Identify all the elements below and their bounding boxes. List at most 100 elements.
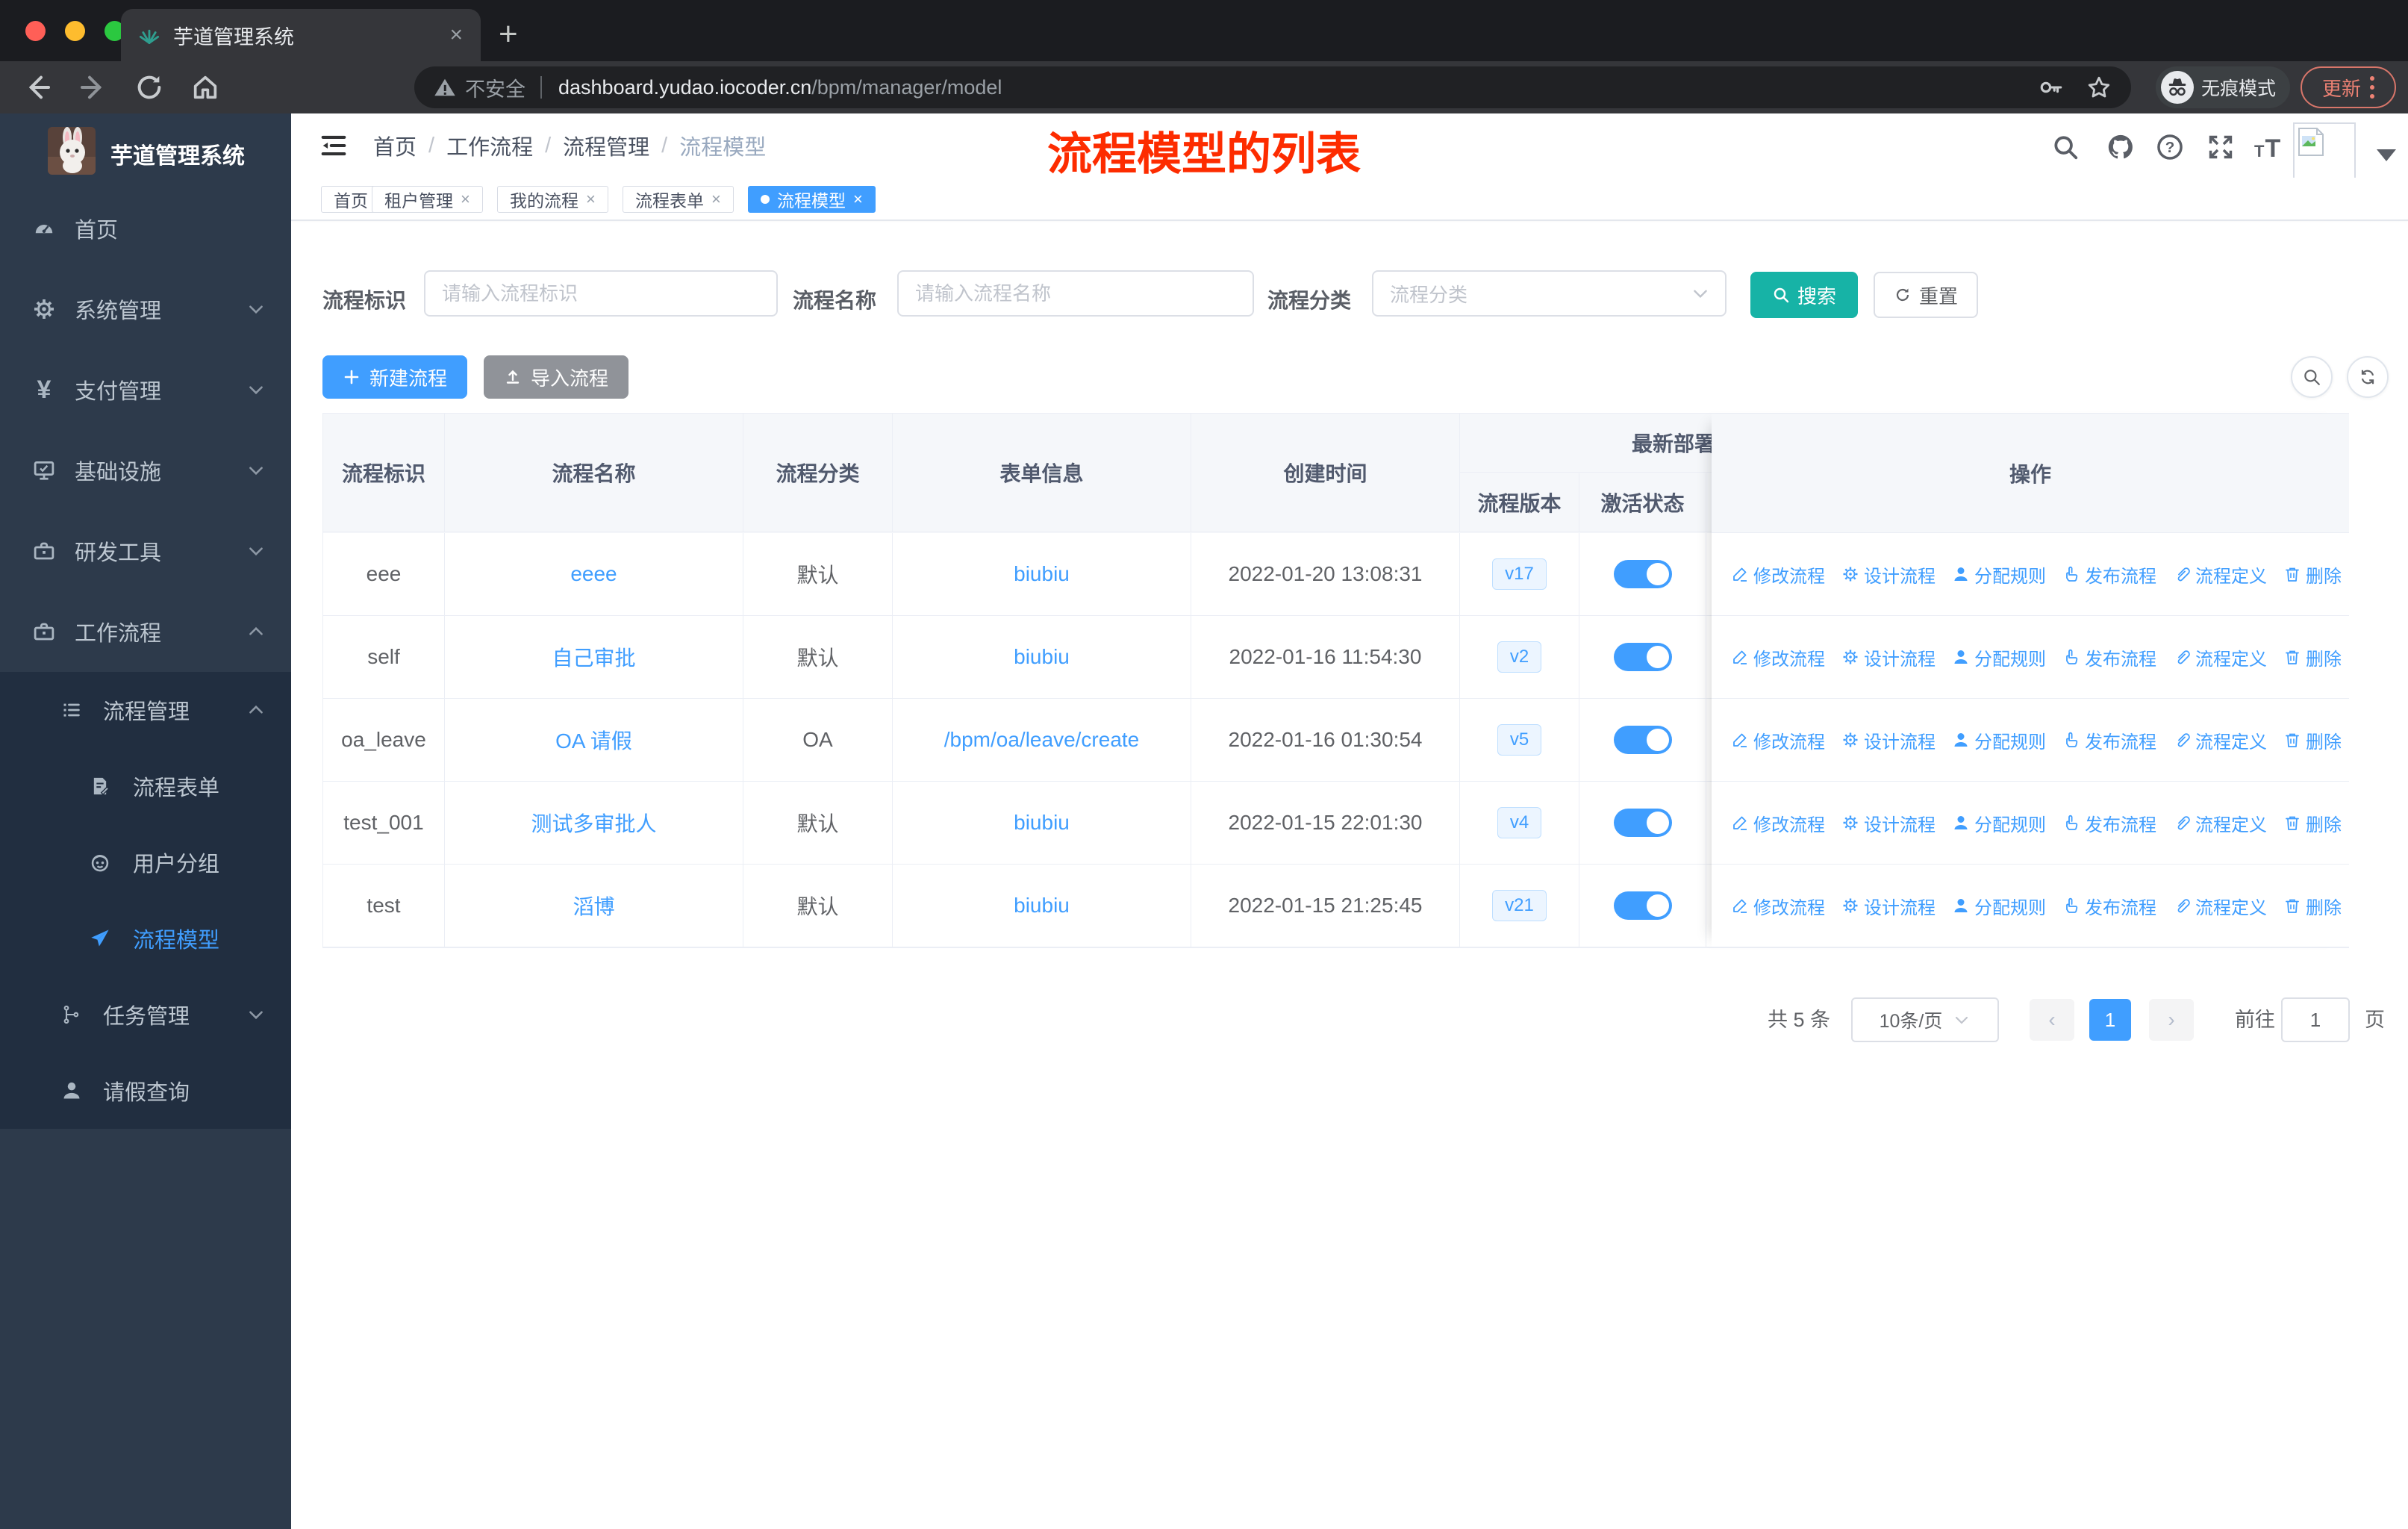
sidebar-item-user-group[interactable]: 用户分组: [0, 824, 291, 900]
password-key-icon[interactable]: [2039, 75, 2064, 100]
close-tag-icon[interactable]: ×: [711, 190, 721, 209]
model-name-link[interactable]: 测试多审批人: [531, 808, 656, 838]
close-tag-icon[interactable]: ×: [853, 190, 863, 209]
tab-close-icon[interactable]: ×: [449, 24, 463, 46]
tag-tenant-management[interactable]: 租户管理 ×: [372, 186, 483, 213]
import-process-button[interactable]: 导入流程: [484, 355, 628, 399]
process-definition-link[interactable]: 流程定义: [2173, 893, 2267, 919]
create-process-button[interactable]: 新建流程: [322, 355, 467, 399]
browser-update-button[interactable]: 更新: [2301, 66, 2396, 108]
next-page-button[interactable]: ›: [2149, 999, 2194, 1041]
active-toggle[interactable]: [1613, 726, 1672, 754]
delete-process-link[interactable]: 删除: [2283, 561, 2342, 588]
design-process-link[interactable]: 设计流程: [1841, 727, 1936, 753]
goto-page-input[interactable]: [2281, 997, 2350, 1042]
font-size-icon[interactable]: TT: [2254, 134, 2281, 164]
form-info-link[interactable]: biubiu: [1014, 894, 1070, 918]
new-tab-button[interactable]: +: [499, 12, 518, 57]
publish-process-link[interactable]: 发布流程: [2062, 561, 2156, 588]
breadcrumb-home[interactable]: 首页: [373, 130, 417, 161]
active-toggle[interactable]: [1613, 560, 1672, 588]
collapse-sidebar-icon[interactable]: [319, 131, 348, 160]
edit-process-link[interactable]: 修改流程: [1731, 644, 1825, 670]
sidebar-item-system[interactable]: 系统管理: [0, 269, 291, 349]
address-bar[interactable]: 不安全 dashboard.yudao.iocoder.cn /bpm/mana…: [414, 66, 2131, 108]
browser-tab[interactable]: 芋道管理系统 ×: [121, 9, 481, 61]
model-name-link[interactable]: 自己审批: [552, 642, 635, 672]
close-tag-icon[interactable]: ×: [586, 190, 596, 209]
back-button[interactable]: [22, 72, 52, 102]
tag-process-form[interactable]: 流程表单 ×: [623, 186, 734, 213]
process-definition-link[interactable]: 流程定义: [2173, 644, 2267, 670]
process-definition-link[interactable]: 流程定义: [2173, 810, 2267, 836]
prev-page-button[interactable]: ‹: [2030, 999, 2074, 1041]
search-button[interactable]: 搜索: [1750, 272, 1858, 318]
minimize-window-button[interactable]: [65, 21, 85, 41]
edit-process-link[interactable]: 修改流程: [1731, 810, 1825, 836]
active-toggle[interactable]: [1613, 891, 1672, 920]
filter-name-input[interactable]: [897, 270, 1254, 317]
process-definition-link[interactable]: 流程定义: [2173, 561, 2267, 588]
sidebar-item-infrastructure[interactable]: 基础设施: [0, 430, 291, 511]
show-search-button[interactable]: [2291, 356, 2333, 398]
delete-process-link[interactable]: 删除: [2283, 727, 2342, 753]
user-avatar[interactable]: [2293, 122, 2356, 185]
home-button[interactable]: [190, 72, 220, 102]
fullscreen-icon[interactable]: [2206, 133, 2235, 161]
page-size-select[interactable]: 10条/页: [1851, 997, 1999, 1042]
sidebar-item-payment[interactable]: ¥ 支付管理: [0, 349, 291, 430]
active-toggle[interactable]: [1613, 643, 1672, 671]
sidebar-item-process-management[interactable]: 流程管理: [0, 672, 291, 748]
sidebar-item-process-model[interactable]: 流程模型: [0, 900, 291, 977]
model-name-link[interactable]: OA 请假: [555, 725, 632, 755]
model-name-link[interactable]: eeee: [570, 562, 617, 586]
sidebar-item-leave-query[interactable]: 请假查询: [0, 1053, 291, 1129]
avatar-dropdown-caret[interactable]: [2377, 149, 2396, 161]
browser-menu-icon[interactable]: [2370, 76, 2374, 99]
edit-process-link[interactable]: 修改流程: [1731, 893, 1825, 919]
reset-button[interactable]: 重置: [1874, 272, 1978, 318]
form-info-link[interactable]: biubiu: [1014, 645, 1070, 669]
delete-process-link[interactable]: 删除: [2283, 644, 2342, 670]
assign-rule-link[interactable]: 分配规则: [1952, 561, 2046, 588]
github-icon[interactable]: [2106, 133, 2135, 161]
edit-process-link[interactable]: 修改流程: [1731, 727, 1825, 753]
publish-process-link[interactable]: 发布流程: [2062, 810, 2156, 836]
filter-key-input[interactable]: [424, 270, 778, 317]
forward-button[interactable]: [78, 72, 108, 102]
form-info-link[interactable]: biubiu: [1014, 811, 1070, 835]
design-process-link[interactable]: 设计流程: [1841, 561, 1936, 588]
assign-rule-link[interactable]: 分配规则: [1952, 727, 2046, 753]
design-process-link[interactable]: 设计流程: [1841, 644, 1936, 670]
delete-process-link[interactable]: 删除: [2283, 810, 2342, 836]
sidebar-item-home[interactable]: 首页: [0, 188, 291, 269]
delete-process-link[interactable]: 删除: [2283, 893, 2342, 919]
assign-rule-link[interactable]: 分配规则: [1952, 810, 2046, 836]
breadcrumb-process-management[interactable]: 流程管理: [563, 130, 649, 161]
publish-process-link[interactable]: 发布流程: [2062, 893, 2156, 919]
help-icon[interactable]: ?: [2156, 133, 2184, 161]
search-icon[interactable]: [2051, 133, 2080, 161]
form-info-link[interactable]: biubiu: [1014, 562, 1070, 586]
model-name-link[interactable]: 滔博: [573, 891, 614, 921]
publish-process-link[interactable]: 发布流程: [2062, 727, 2156, 753]
design-process-link[interactable]: 设计流程: [1841, 810, 1936, 836]
bookmark-star-icon[interactable]: [2086, 75, 2112, 100]
close-window-button[interactable]: [25, 21, 46, 41]
process-definition-link[interactable]: 流程定义: [2173, 727, 2267, 753]
breadcrumb-workflow[interactable]: 工作流程: [446, 130, 533, 161]
sidebar-item-dev-tools[interactable]: 研发工具: [0, 511, 291, 591]
tag-process-model[interactable]: 流程模型 ×: [748, 186, 876, 213]
reload-button[interactable]: [134, 72, 164, 102]
publish-process-link[interactable]: 发布流程: [2062, 644, 2156, 670]
close-tag-icon[interactable]: ×: [461, 190, 470, 209]
assign-rule-link[interactable]: 分配规则: [1952, 893, 2046, 919]
edit-process-link[interactable]: 修改流程: [1731, 561, 1825, 588]
active-toggle[interactable]: [1613, 809, 1672, 837]
design-process-link[interactable]: 设计流程: [1841, 893, 1936, 919]
tag-my-process[interactable]: 我的流程 ×: [497, 186, 608, 213]
not-secure-warning-icon[interactable]: [434, 76, 456, 99]
assign-rule-link[interactable]: 分配规则: [1952, 644, 2046, 670]
refresh-table-button[interactable]: [2347, 356, 2389, 398]
sidebar-item-workflow[interactable]: 工作流程: [0, 591, 291, 672]
